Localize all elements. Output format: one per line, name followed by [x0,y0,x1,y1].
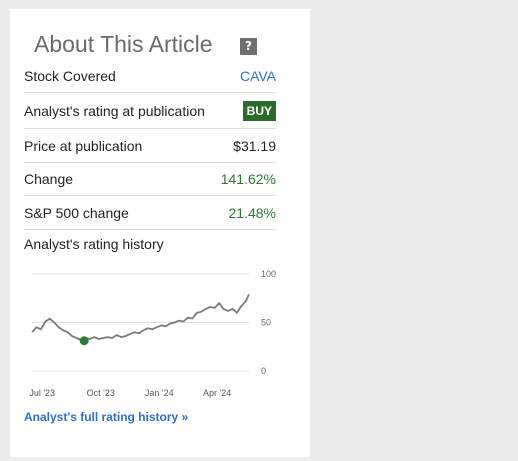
rating-label: Analyst's rating at publication [24,102,205,119]
rating-history-chart: 100 50 0 Jul '23 Oct '23 Jan '24 Apr '24 [29,269,276,398]
row-rating: Analyst's rating at publication BUY [24,93,276,129]
help-icon[interactable]: ? [240,38,257,55]
price-value: $31.19 [233,137,276,154]
full-rating-history-link[interactable]: Analyst's full rating history » [24,410,188,424]
rating-history-title: Analyst's rating history [24,236,164,252]
rating-badge: BUY [242,100,276,121]
x-tick-label: Apr '24 [203,388,231,398]
y-tick-label: 50 [261,318,271,328]
change-value: 141.62% [220,171,276,187]
x-tick-label: Oct '23 [87,388,115,398]
price-label: Price at publication [24,137,143,154]
row-sp500: S&P 500 change 21.48% [24,196,276,230]
row-price: Price at publication $31.19 [24,129,276,163]
row-change: Change 141.62% [24,163,276,196]
x-tick-label: Jul '23 [29,388,55,398]
stock-ticker-link[interactable]: CAVA [240,68,276,84]
sp500-value: 21.48% [228,204,276,221]
row-stock-covered: Stock Covered CAVA [24,59,276,93]
y-tick-label: 100 [261,269,276,279]
change-label: Change [24,171,74,187]
stock-covered-label: Stock Covered [24,67,116,84]
sp500-label: S&P 500 change [24,204,129,221]
y-tick-label: 0 [261,366,266,376]
publication-marker [79,336,89,346]
x-tick-label: Jan '24 [145,388,174,398]
series-line [31,294,250,341]
article-stats: Stock Covered CAVA Analyst's rating at p… [24,59,276,230]
panel-title: About This Article [34,31,213,57]
